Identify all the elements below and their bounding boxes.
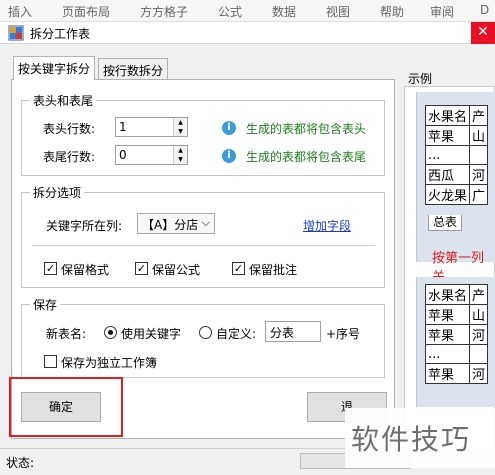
custom-name-value: 分表 bbox=[270, 326, 295, 340]
key-column-select[interactable]: 【A】分店 ⌵ bbox=[137, 213, 215, 234]
table-cell: 山 bbox=[469, 304, 489, 325]
keep-comment-checkbox[interactable]: ✓ bbox=[232, 262, 245, 275]
footer-rows-stepper[interactable]: 0 ▲ ▼ bbox=[115, 145, 188, 165]
table-cell: ... bbox=[424, 145, 471, 165]
stepper-arrows[interactable]: ▲ ▼ bbox=[173, 146, 187, 164]
use-keyword-radio[interactable] bbox=[104, 326, 117, 339]
table-cell: 苹果 bbox=[424, 363, 471, 384]
footer-rows-value: 0 bbox=[119, 148, 127, 162]
tab-split-by-rows[interactable]: 按行数拆分 bbox=[98, 58, 169, 80]
stepper-up-icon[interactable]: ▲ bbox=[174, 146, 187, 155]
footer-rows-label: 表尾行数: bbox=[43, 150, 96, 164]
keep-format-label: 保留格式 bbox=[61, 263, 110, 277]
table-cell: 火龙果 bbox=[424, 184, 471, 205]
keep-format-checkbox[interactable]: ✓ bbox=[44, 262, 57, 275]
table-row: 水果名产 bbox=[424, 284, 489, 305]
header-hint: 生成的表都将包含表头 bbox=[246, 122, 367, 136]
add-field-link[interactable]: 增加字段 bbox=[303, 217, 351, 234]
table-cell: 山 bbox=[469, 125, 489, 146]
table-row: 火龙果广 bbox=[424, 184, 489, 205]
info-icon: i bbox=[222, 149, 236, 163]
new-name-label: 新表名: bbox=[46, 327, 87, 341]
ribbon-tab-page-layout[interactable]: 页面布局 bbox=[62, 3, 110, 20]
table-cell bbox=[469, 344, 489, 364]
tab-split-by-keyword[interactable]: 按关键字拆分 bbox=[13, 56, 96, 80]
table-cell: 河 bbox=[469, 324, 489, 345]
header-footer-legend: 表头和表尾 bbox=[33, 94, 94, 108]
sheet-tab-total: 总表 bbox=[428, 215, 463, 231]
header-rows-stepper[interactable]: 1 ▲ ▼ bbox=[115, 117, 188, 137]
dialog-title: 拆分工作表 bbox=[30, 27, 91, 41]
separate-workbook-label: 保存为独立工作簿 bbox=[61, 356, 158, 370]
chevron-down-icon: ⌵ bbox=[201, 216, 210, 229]
ribbon-tab-fangfangezi[interactable]: 方方格子 bbox=[140, 3, 188, 20]
tab-label: 按关键字拆分 bbox=[18, 62, 91, 76]
table-row: 苹果河 bbox=[424, 324, 489, 345]
stepper-arrows[interactable]: ▲ ▼ bbox=[173, 118, 187, 136]
split-options-legend: 拆分选项 bbox=[33, 186, 82, 200]
table-cell: ... bbox=[424, 344, 471, 364]
key-column-label: 关键字所在列: bbox=[46, 219, 123, 233]
table-row: 苹果山 bbox=[424, 125, 489, 146]
ribbon-tab-data[interactable]: 数据 bbox=[272, 3, 296, 20]
ribbon-tab-more[interactable]: D bbox=[480, 3, 489, 17]
example-table-split: 水果名产 苹果山 苹果河 ... 苹果河 bbox=[424, 284, 489, 384]
table-cell: 河 bbox=[469, 164, 489, 185]
custom-name-radio[interactable] bbox=[199, 326, 212, 339]
table-cell: 苹果 bbox=[424, 304, 471, 325]
table-cell: 水果名 bbox=[424, 105, 471, 126]
keep-formula-label: 保留公式 bbox=[152, 263, 201, 277]
table-cell: 广 bbox=[469, 184, 489, 205]
header-rows-label: 表头行数: bbox=[43, 122, 96, 136]
key-column-value: 【A】分店 bbox=[142, 218, 199, 232]
divider bbox=[32, 245, 375, 246]
stepper-down-icon[interactable]: ▼ bbox=[174, 127, 187, 136]
ribbon-tab-review[interactable]: 审阅 bbox=[430, 3, 454, 20]
table-row: ... bbox=[424, 145, 489, 165]
watermark-text: 软件技巧 bbox=[351, 423, 472, 456]
footer-hint: 生成的表都将包含表尾 bbox=[246, 150, 367, 164]
table-cell: 苹果 bbox=[424, 324, 471, 345]
table-cell: 产 bbox=[469, 284, 489, 305]
save-legend: 保存 bbox=[33, 298, 58, 312]
table-cell: 水果名 bbox=[424, 284, 471, 305]
close-button[interactable]: ✕ bbox=[471, 22, 495, 44]
table-row: 苹果山 bbox=[424, 304, 489, 325]
example-label: 示例 bbox=[408, 72, 433, 86]
info-icon: i bbox=[222, 121, 236, 135]
table-row: 西瓜河 bbox=[424, 164, 489, 185]
ribbon-tab-view[interactable]: 视图 bbox=[326, 3, 350, 20]
table-cell: 苹果 bbox=[424, 125, 471, 146]
excel-ribbon: 插入 页面布局 方方格子 公式 数据 视图 帮助 审阅 D bbox=[0, 0, 495, 22]
watermark: 软件技巧 bbox=[345, 408, 495, 468]
dialog-titlebar: 拆分工作表 ✕ bbox=[0, 22, 495, 44]
keep-formula-checkbox[interactable]: ✓ bbox=[135, 262, 148, 275]
table-row: 苹果河 bbox=[424, 363, 489, 384]
table-cell: 产 bbox=[469, 105, 489, 126]
ribbon-tab-help[interactable]: 帮助 bbox=[380, 3, 404, 20]
example-table-total: 水果名产 苹果山 ... 西瓜河 火龙果广 bbox=[424, 105, 489, 205]
keep-comment-label: 保留批注 bbox=[249, 263, 298, 277]
tab-label: 按行数拆分 bbox=[103, 64, 164, 78]
stepper-down-icon[interactable]: ▼ bbox=[174, 155, 187, 164]
use-keyword-label: 使用关键字 bbox=[121, 327, 182, 341]
stepper-up-icon[interactable]: ▲ bbox=[174, 118, 187, 127]
table-cell: 河 bbox=[469, 363, 489, 384]
app-icon bbox=[8, 25, 24, 41]
status-label: 状态: bbox=[6, 456, 35, 470]
separate-workbook-checkbox[interactable] bbox=[44, 355, 57, 368]
table-row: 水果名产 bbox=[424, 105, 489, 126]
table-row: ... bbox=[424, 344, 489, 364]
header-rows-value: 1 bbox=[119, 120, 127, 134]
serial-suffix-label: +序号 bbox=[326, 327, 361, 341]
custom-name-label: 自定义: bbox=[216, 327, 257, 341]
highlight-box bbox=[9, 377, 123, 437]
table-cell: 西瓜 bbox=[424, 164, 471, 185]
ribbon-tab-formulas[interactable]: 公式 bbox=[218, 3, 242, 20]
ribbon-tab-insert[interactable]: 插入 bbox=[8, 3, 32, 20]
custom-name-input[interactable]: 分表 bbox=[265, 321, 321, 342]
table-cell bbox=[469, 145, 489, 165]
